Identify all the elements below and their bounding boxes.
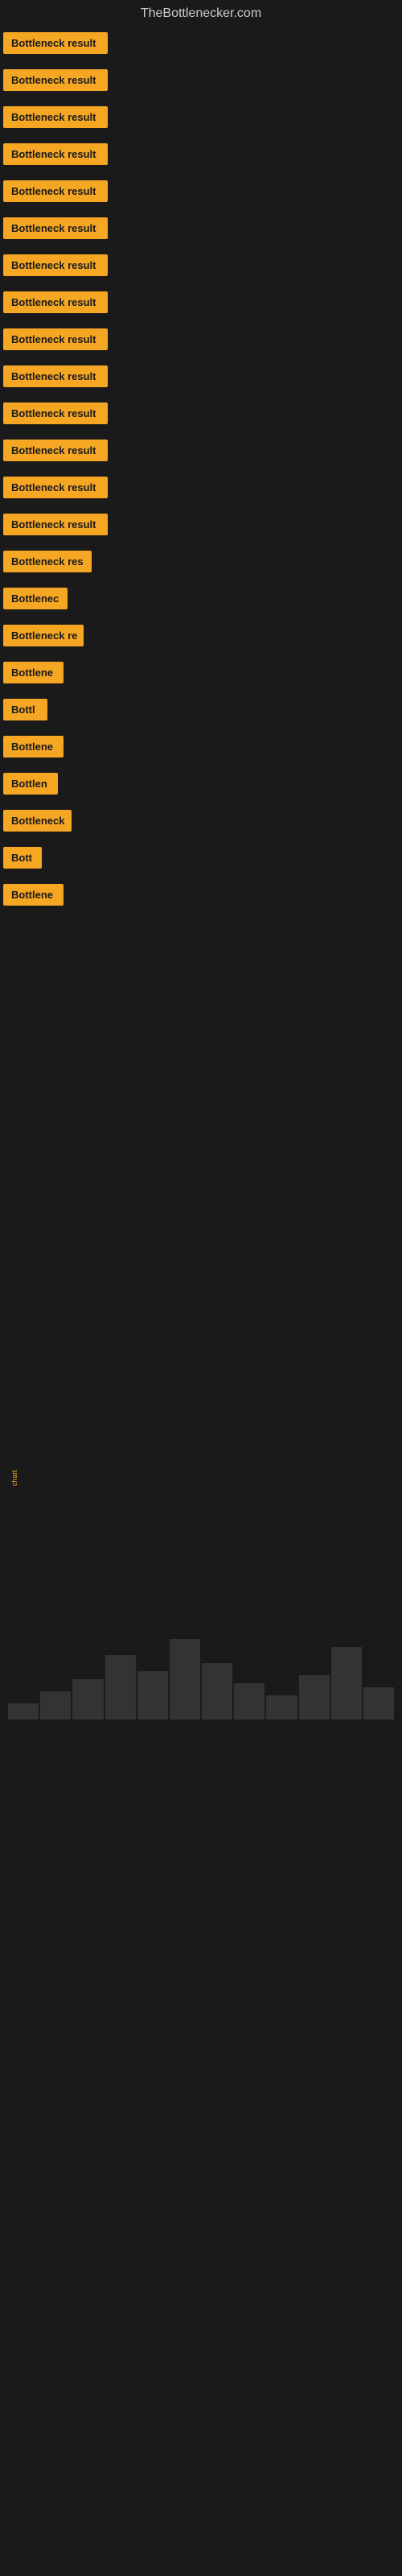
bar [8,1703,39,1719]
bottleneck-badge[interactable]: Bottleneck result [3,32,108,54]
bottleneck-badge[interactable]: Bottleneck result [3,69,108,91]
bar [40,1691,71,1719]
bottleneck-row: Bottl [0,694,402,729]
bottleneck-row: Bottleneck result [0,175,402,211]
bottleneck-list: Bottleneck result Bottleneck result Bottle… [0,27,402,914]
bottleneck-row: Bottleneck result [0,101,402,137]
bottleneck-row: Bottleneck result [0,398,402,433]
bar [202,1663,232,1719]
site-title: TheBottlenecker.com [0,0,402,27]
bottleneck-row: Bottleneck res [0,546,402,581]
chart-bars [0,1639,402,1719]
bottleneck-row: Bottleneck re [0,620,402,655]
bar [72,1679,103,1719]
bottleneck-badge[interactable]: Bottl [3,699,47,720]
bottleneck-row: Bottlen [0,768,402,803]
bottleneck-badge[interactable]: Bottleneck result [3,402,108,424]
bar [105,1655,136,1719]
bottleneck-row: Bottleneck result [0,287,402,322]
bottleneck-row: Bottleneck result [0,250,402,285]
bottleneck-badge[interactable]: Bottleneck result [3,217,108,239]
bottleneck-badge[interactable]: Bottleneck result [3,328,108,350]
bar [137,1671,168,1719]
bottleneck-badge[interactable]: Bottleneck result [3,254,108,276]
bottleneck-row: Bottleneck result [0,64,402,100]
bottleneck-badge[interactable]: Bottleneck result [3,106,108,128]
bar [170,1639,200,1719]
bottleneck-badge[interactable]: Bottleneck result [3,143,108,165]
bottleneck-row: Bottleneck result [0,435,402,470]
bottleneck-badge[interactable]: Bottleneck result [3,440,108,461]
bottleneck-badge[interactable]: Bottleneck result [3,477,108,498]
bar [299,1675,330,1719]
bottleneck-row: Bottleneck result [0,27,402,63]
bottleneck-badge[interactable]: Bottleneck result [3,365,108,387]
bottleneck-badge[interactable]: Bottleneck [3,810,72,832]
bottleneck-row: Bottleneck result [0,138,402,174]
bottleneck-badge[interactable]: Bottlene [3,884,64,906]
bottleneck-row: Bottlenec [0,583,402,618]
bottleneck-badge[interactable]: Bottlen [3,773,58,795]
site-header: TheBottlenecker.com [0,0,402,27]
bar [266,1695,297,1719]
bottleneck-row: Bottleneck result [0,213,402,248]
bar [363,1687,394,1719]
bottleneck-row: Bottlene [0,657,402,692]
bottleneck-row: Bott [0,842,402,877]
bottleneck-row: Bottlene [0,731,402,766]
chart-area: chart [0,1236,402,1719]
bottleneck-badge[interactable]: Bottlene [3,736,64,758]
bottleneck-badge[interactable]: Bottlene [3,662,64,683]
bottleneck-badge[interactable]: Bottleneck res [3,551,92,572]
bar [234,1683,265,1719]
bottleneck-badge[interactable]: Bottleneck re [3,625,84,646]
bottleneck-badge[interactable]: Bottlenec [3,588,68,609]
bottleneck-row: Bottleneck result [0,472,402,507]
bottleneck-row: Bottlene [0,879,402,914]
bottleneck-badge[interactable]: Bottleneck result [3,180,108,202]
bottleneck-row: Bottleneck result [0,361,402,396]
bottleneck-row: Bottleneck result [0,324,402,359]
bar [331,1647,362,1719]
bottleneck-badge[interactable]: Bottleneck result [3,514,108,535]
bottleneck-badge[interactable]: Bottleneck result [3,291,108,313]
bottleneck-badge[interactable]: Bott [3,847,42,869]
chart-label: chart [10,1470,18,1486]
bottleneck-row: Bottleneck result [0,509,402,544]
bottleneck-row: Bottleneck [0,805,402,840]
